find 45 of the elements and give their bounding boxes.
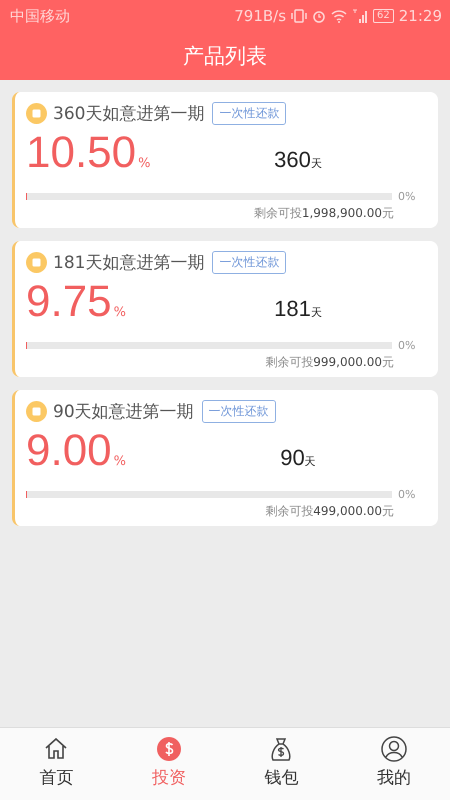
tab-item[interactable]: 首页 xyxy=(0,728,112,800)
remaining-amount: 剩余可投999,000.00元 xyxy=(264,354,394,371)
product-name: 90天如意进第一期 xyxy=(53,400,194,422)
rate-unit: % xyxy=(138,156,150,171)
product-card[interactable]: 90天如意进第一期 一次性还款 9.00% 90天 0% 剩余可投499,000.00元 xyxy=(12,390,438,526)
wifi-icon xyxy=(331,10,348,22)
interest-rate: 9.00 xyxy=(26,426,112,476)
days-unit: 天 xyxy=(310,156,322,171)
repayment-tag: 一次性还款 xyxy=(212,102,286,124)
rate-unit: % xyxy=(114,305,126,320)
network-speed: 791B/s xyxy=(234,7,286,25)
term-days: 181 xyxy=(274,296,311,322)
remaining-amount: 剩余可投499,000.00元 xyxy=(264,503,394,520)
term-days: 360 xyxy=(274,147,311,173)
progress-percent: 0% xyxy=(398,488,416,501)
clock-time: 21:29 xyxy=(398,7,442,25)
interest-rate: 9.75 xyxy=(26,277,112,327)
progress-percent: 0% xyxy=(398,339,416,352)
interest-rate: 10.50 xyxy=(26,128,136,178)
days-unit: 天 xyxy=(304,454,316,469)
coin-icon xyxy=(26,102,47,124)
tab-item[interactable]: 我的 xyxy=(338,728,450,800)
page-title: 产品列表 xyxy=(183,43,267,70)
product-card[interactable]: 181天如意进第一期 一次性还款 9.75% 181天 0% 剩余可投999,000.00元 xyxy=(12,241,438,377)
coin-icon xyxy=(26,252,47,272)
progress-percent: 0% xyxy=(398,190,416,203)
term-days: 90 xyxy=(280,445,305,471)
alarm-icon xyxy=(312,9,326,23)
battery-icon: 62 xyxy=(373,9,394,23)
coin-icon xyxy=(26,400,47,422)
tab-item[interactable]: 钱包 xyxy=(225,728,338,800)
days-unit: 天 xyxy=(310,305,322,320)
carrier-name: 中国移动 xyxy=(10,6,70,26)
dollar-icon xyxy=(156,736,182,762)
product-name: 360天如意进第一期 xyxy=(53,102,204,124)
user-icon xyxy=(380,736,407,762)
home-icon xyxy=(43,736,70,762)
remaining-amount: 剩余可投1,998,900.00元 xyxy=(252,205,394,222)
signal-icon xyxy=(352,9,368,23)
product-name: 181天如意进第一期 xyxy=(53,252,204,274)
repayment-tag: 一次性还款 xyxy=(202,400,276,422)
vibrate-icon xyxy=(291,9,308,23)
repayment-tag: 一次性还款 xyxy=(212,250,286,274)
rate-unit: % xyxy=(114,454,126,469)
product-card[interactable]: 360天如意进第一期 一次性还款 10.50% 360天 0% 剩余可投1,998,900.00元 xyxy=(12,92,438,228)
